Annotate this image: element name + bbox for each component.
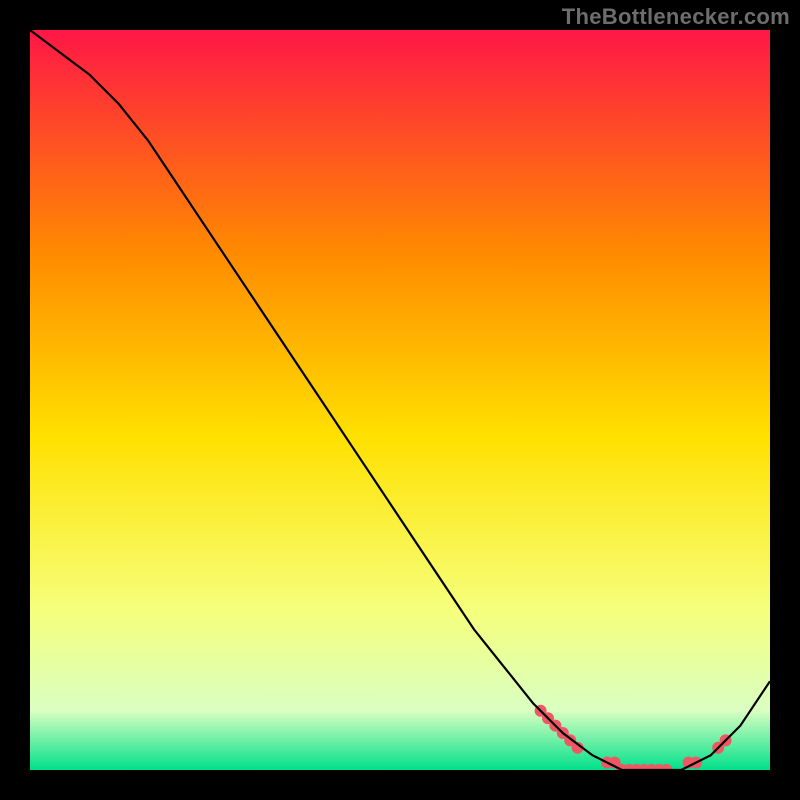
chart-svg (30, 30, 770, 770)
gradient-background (30, 30, 770, 770)
chart-container: TheBottlenecker.com (0, 0, 800, 800)
plot-area (30, 30, 770, 770)
watermark: TheBottlenecker.com (562, 4, 790, 30)
